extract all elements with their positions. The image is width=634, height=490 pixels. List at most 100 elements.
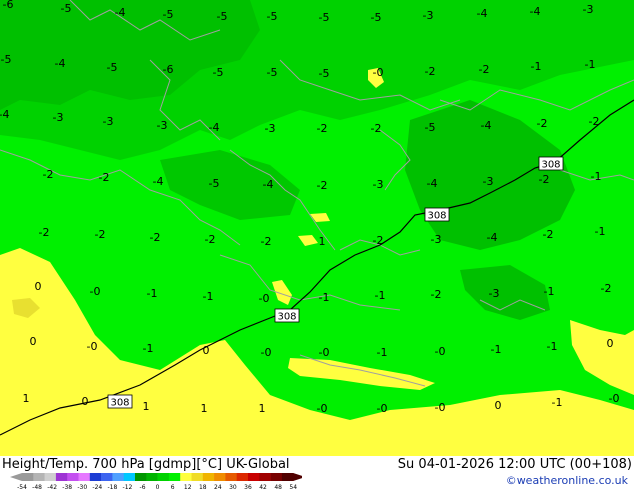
temperature-label: -0	[609, 392, 620, 405]
temperature-label: -1	[531, 60, 542, 73]
legend-tick-label: -54	[17, 484, 27, 490]
temperature-label: -3	[373, 178, 384, 191]
temperature-label: -2	[39, 226, 50, 239]
temperature-label: -5	[267, 66, 278, 79]
legend-tick-label: -12	[123, 484, 133, 490]
temperature-label: -1	[585, 58, 596, 71]
valid-datetime: Su 04-01-2026 12:00 UTC (00+108)	[397, 457, 632, 472]
legend-swatch	[236, 473, 249, 481]
temperature-label: -2	[95, 228, 106, 241]
temperature-label: -3	[103, 115, 114, 128]
temperature-label: -0	[261, 346, 272, 359]
temperature-label: -2	[601, 282, 612, 295]
legend-swatch	[78, 473, 91, 481]
contour-label-1: 308	[107, 394, 133, 409]
legend-tick-label: 6	[171, 484, 175, 490]
legend-arrow-left	[10, 473, 22, 481]
temperature-label: -1	[547, 340, 558, 353]
temperature-label: -2	[150, 231, 161, 244]
temperature-label: -0	[87, 340, 98, 353]
temperature-label: -2	[317, 122, 328, 135]
temperature-label: -3	[157, 119, 168, 132]
legend-tick-label: 12	[184, 484, 192, 490]
legend-tick-label: -38	[62, 484, 72, 490]
temperature-label: -4	[115, 6, 126, 19]
temperature-label: -2	[261, 235, 272, 248]
temperature-label: -5	[319, 11, 330, 24]
temperature-label: -5	[217, 10, 228, 23]
legend-swatch	[67, 473, 79, 481]
legend-swatch	[123, 473, 136, 481]
temperature-label: -2	[317, 179, 328, 192]
temperature-label: -4	[209, 121, 220, 134]
temperature-label: -5	[209, 177, 220, 190]
legend-tick-label: -18	[107, 484, 117, 490]
temperature-label: 1	[23, 392, 30, 405]
temperature-label: 1	[201, 402, 208, 415]
temperature-label: -5	[425, 121, 436, 134]
temperature-label: -5	[107, 61, 118, 74]
svg-text:308: 308	[110, 398, 129, 409]
legend-tick-label: -42	[47, 484, 57, 490]
temperature-label: -1	[591, 170, 602, 183]
legend-tick-label: -24	[92, 484, 102, 490]
temperature-label: 1	[259, 402, 266, 415]
legend-swatch	[44, 473, 57, 481]
temperature-label: -2	[537, 117, 548, 130]
temperature-label: -1	[377, 346, 388, 359]
temperature-label: -4	[530, 5, 541, 18]
legend-swatch	[168, 473, 181, 481]
legend-tick-label: -48	[32, 484, 42, 490]
temperature-label: -2	[371, 122, 382, 135]
temperature-label: -2	[43, 168, 54, 181]
temperature-label: -4	[487, 231, 498, 244]
legend-swatch	[157, 473, 170, 481]
legend-swatch	[191, 473, 204, 481]
temperature-label: 0	[35, 280, 42, 293]
temperature-label: -0	[90, 285, 101, 298]
legend-tick-label: -6	[140, 484, 146, 490]
weather-map: 308 308 308 308 -6 -5 -4 -5 -5 -5 -5 -5 -3 -4 -4 -3…	[0, 0, 634, 456]
temperature-label: -2	[373, 234, 384, 247]
temperature-label: -4	[263, 178, 274, 191]
legend-swatch	[55, 473, 68, 481]
temperature-label: -0	[435, 401, 446, 414]
legend-tick-label: -30	[77, 484, 87, 490]
copyright-link[interactable]: ©weatheronline.co.uk	[506, 474, 628, 487]
temperature-label: -2	[205, 233, 216, 246]
temperature-label: -5	[319, 67, 330, 80]
legend-tick-labels: -54 -48 -42 -38 -30 -24 -18 -12 -6 0 6 12 18 24 30 36 42…	[17, 484, 297, 490]
temperature-label: -6	[163, 63, 174, 76]
legend-swatch	[135, 473, 147, 481]
temperature-label: 0	[203, 344, 210, 357]
temperature-label: -5	[1, 53, 12, 66]
legend-tick-label: 18	[199, 484, 207, 490]
temperature-label: -3	[265, 122, 276, 135]
temperature-label: 0	[495, 399, 502, 412]
legend-tick-label: 36	[244, 484, 252, 490]
temperature-label: -0	[317, 402, 328, 415]
legend-swatch	[146, 473, 158, 481]
temperature-label: -2	[99, 171, 110, 184]
temperature-label: -5	[267, 10, 278, 23]
legend-swatch	[281, 473, 294, 481]
legend-tick-label: 54	[289, 484, 297, 490]
legend-swatch	[248, 473, 260, 481]
temperature-label: -1	[203, 290, 214, 303]
legend-tick-label: 48	[274, 484, 282, 490]
temperature-label: -2	[431, 288, 442, 301]
legend-swatch	[89, 473, 102, 481]
temperature-label: -1	[143, 342, 154, 355]
temperature-label: -3	[431, 233, 442, 246]
temperature-label: 0	[30, 335, 37, 348]
temperature-label: -6	[3, 0, 14, 11]
temperature-label: -1	[491, 343, 502, 356]
temperature-label: -0	[259, 292, 270, 305]
temperature-label: -0	[319, 346, 330, 359]
svg-text:308: 308	[541, 160, 560, 171]
temperature-label: 1	[143, 400, 150, 413]
chart-title: Height/Temp. 700 hPa [gdmp][°C] UK-Globa…	[2, 457, 290, 472]
legend-swatch	[33, 473, 45, 481]
svg-text:308: 308	[427, 211, 446, 222]
temperature-label: -4	[481, 119, 492, 132]
